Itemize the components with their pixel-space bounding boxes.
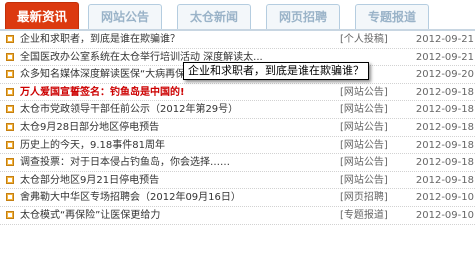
news-title-link[interactable]: 调查投票：对于日本侵占钓鱼岛，你会选择……: [20, 154, 340, 172]
news-title-link[interactable]: 历史上的今天，9.18事件81周年: [20, 137, 340, 155]
bullet-icon: [6, 122, 14, 131]
news-title-link[interactable]: 太仓部分地区9月21日停电预告: [20, 172, 340, 190]
news-category[interactable]: [网站公告]: [340, 84, 400, 102]
list-item: 太仓9月28日部分地区停电预告 [网站公告] 2012-09-18: [0, 119, 475, 137]
list-item: 调查投票：对于日本侵占钓鱼岛，你会选择…… [网站公告] 2012-09-18: [0, 154, 475, 172]
tab-job-recruitment[interactable]: 网页招聘: [266, 4, 340, 30]
news-date: 2012-09-18: [415, 121, 474, 133]
bullet-icon: [6, 87, 14, 96]
news-date: 2012-09-20: [415, 69, 474, 81]
news-title-link[interactable]: 舍弗勒大中华区专场招聘会（2012年09月16日）: [20, 189, 340, 207]
news-date: 2012-09-18: [415, 139, 474, 151]
news-list: 企业和求职者，到底是谁在欺骗谁？ [个人投稿] 2012-09-21 全国医改办…: [0, 31, 475, 225]
news-category[interactable]: [网站公告]: [340, 154, 400, 172]
news-category[interactable]: [网站公告]: [340, 172, 400, 190]
news-date: 2012-09-21: [415, 51, 474, 63]
tab-special-reports[interactable]: 专题报道: [355, 4, 429, 30]
bullet-icon: [6, 70, 14, 79]
tab-site-announcements[interactable]: 网站公告: [88, 4, 162, 30]
news-date: 2012-09-21: [415, 34, 474, 45]
list-item: 太仓市党政领导干部任前公示（2012年第29号） [网站公告] 2012-09-…: [0, 101, 475, 119]
news-date: 2012-09-18: [415, 86, 474, 98]
bullet-icon: [6, 140, 14, 149]
list-item: 舍弗勒大中华区专场招聘会（2012年09月16日） [网页招聘] 2012-09…: [0, 189, 475, 207]
bullet-icon: [6, 105, 14, 114]
news-category[interactable]: [专题报道]: [340, 207, 400, 225]
list-item: 太仓部分地区9月21日停电预告 [网站公告] 2012-09-18: [0, 172, 475, 190]
bullet-icon: [6, 158, 14, 167]
news-date: 2012-09-18: [415, 174, 474, 186]
news-title-link[interactable]: 企业和求职者，到底是谁在欺骗谁？: [20, 31, 340, 49]
news-title-link[interactable]: 太仓市党政领导干部任前公示（2012年第29号）: [20, 101, 340, 119]
tab-latest-news[interactable]: 最新资讯: [5, 2, 79, 30]
news-date: 2012-09-18: [415, 104, 474, 116]
news-category[interactable]: [个人投稿]: [340, 31, 400, 49]
title-tooltip: 企业和求职者，到底是谁在欺骗谁？: [183, 62, 369, 80]
news-category[interactable]: [网页招聘]: [340, 189, 400, 207]
news-category[interactable]: [网站公告]: [340, 119, 400, 137]
news-category[interactable]: [网站公告]: [340, 101, 400, 119]
bullet-icon: [6, 35, 14, 43]
list-item: 太仓模式“再保险”让医保更给力 [专题报道] 2012-09-10: [0, 207, 475, 225]
bullet-icon: [6, 210, 14, 219]
news-title-link[interactable]: 万人爱国宣誓签名：钓鱼岛是中国的!: [20, 84, 340, 102]
list-item: 企业和求职者，到底是谁在欺骗谁？ [个人投稿] 2012-09-21: [0, 31, 475, 49]
news-date: 2012-09-10: [415, 209, 474, 221]
news-date: 2012-09-18: [415, 157, 474, 169]
bullet-icon: [6, 175, 14, 184]
tab-taicang-news[interactable]: 太仓新闻: [177, 4, 251, 30]
bullet-icon: [6, 52, 14, 61]
news-tabs: 最新资讯 网站公告 太仓新闻 网页招聘 专题报道: [0, 0, 475, 31]
news-date: 2012-09-10: [415, 192, 474, 204]
bullet-icon: [6, 193, 14, 202]
news-category[interactable]: [网站公告]: [340, 137, 400, 155]
news-title-link[interactable]: 太仓9月28日部分地区停电预告: [20, 119, 340, 137]
list-item: 历史上的今天，9.18事件81周年 [网站公告] 2012-09-18: [0, 137, 475, 155]
news-title-link[interactable]: 太仓模式“再保险”让医保更给力: [20, 207, 340, 225]
list-item: 万人爱国宣誓签名：钓鱼岛是中国的! [网站公告] 2012-09-18: [0, 84, 475, 102]
